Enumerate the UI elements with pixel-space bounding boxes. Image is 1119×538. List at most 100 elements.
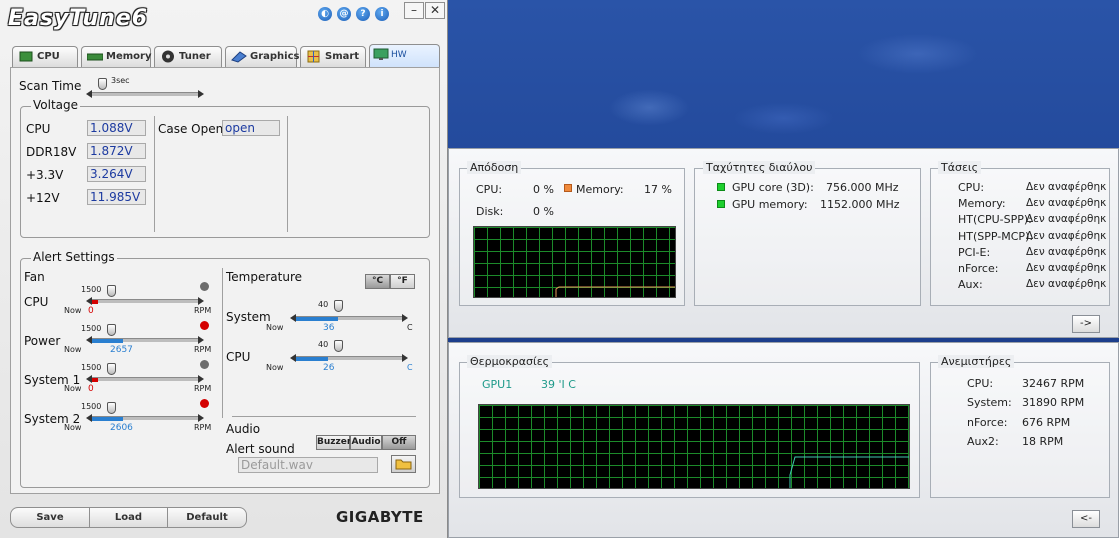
perf-memory-value: 17 % [644, 183, 672, 196]
tuner-dial-icon [162, 50, 174, 63]
off-button[interactable]: Off [382, 435, 416, 450]
fan-threshold-thumb[interactable] [107, 402, 116, 414]
tab-cpu[interactable]: CPU [12, 46, 78, 67]
audio-button[interactable]: Audio [350, 435, 382, 450]
audio-label: Audio [226, 422, 261, 436]
web-icon[interactable]: @ [337, 7, 351, 21]
fan-now-value: 0 [88, 384, 94, 394]
hw-voltage-label: Aux: [958, 278, 983, 292]
celsius-button[interactable]: °C [365, 274, 390, 289]
previous-page-button[interactable]: <- [1072, 510, 1100, 528]
temp-threshold-thumb[interactable] [334, 300, 343, 312]
fan-speed-slider[interactable] [92, 377, 198, 382]
scan-time-thumb[interactable] [98, 78, 107, 90]
audio-divider [232, 416, 416, 417]
temp-threshold-value: 40 [318, 340, 329, 349]
voltage-label: +12V [26, 191, 60, 205]
fan-speed-slider[interactable] [92, 416, 198, 421]
scan-right-arrow-icon[interactable] [198, 90, 204, 98]
temperature-graph [478, 404, 910, 489]
performance-graph-svg [555, 286, 675, 297]
fan-alert-indicator-icon [200, 360, 209, 369]
temp-name-label: System [226, 310, 271, 324]
voltages-title: Τάσεις [938, 161, 982, 174]
hw-voltage-label: PCI-E: [958, 245, 991, 259]
now-label: Now [266, 363, 284, 372]
tab-hw-monitor[interactable]: HW Monitor [369, 44, 440, 80]
fan-right-arrow-icon[interactable] [198, 414, 204, 422]
alert-sound-label: Alert sound [226, 442, 295, 456]
tab-graphics[interactable]: Graphics [225, 46, 300, 67]
perf-disk-label: Disk: [476, 205, 504, 218]
temp-threshold-value: 40 [318, 300, 329, 309]
voltage-value: 11.985V [87, 189, 146, 205]
hw-fan-value: 31890 RPM [1022, 396, 1085, 410]
hw-voltage-label: CPU: [958, 181, 985, 194]
sound-file-input[interactable]: Default.wav [238, 457, 378, 473]
fan-threshold-thumb[interactable] [107, 363, 116, 375]
now-label: Now [266, 323, 284, 332]
performance-title: Απόδοση [467, 161, 522, 174]
tab-smart[interactable]: Smart [300, 46, 366, 67]
hw-voltage-label: nForce: [958, 262, 999, 275]
temp-slider[interactable] [296, 316, 402, 321]
help-icon[interactable]: ? [356, 7, 370, 21]
fan-threshold-value: 1500 [81, 285, 102, 294]
info-icon[interactable]: i [375, 7, 389, 21]
scan-time-value: 3sec [111, 76, 130, 85]
tab-tuner[interactable]: Tuner [154, 46, 222, 67]
bus-value: 1152.000 MHz [820, 198, 900, 211]
temp-name-label: CPU [226, 350, 251, 364]
fahrenheit-button[interactable]: °F [390, 274, 415, 289]
close-button[interactable]: ✕ [425, 2, 445, 19]
next-page-button[interactable]: -> [1072, 315, 1100, 333]
now-label: Now [64, 384, 82, 393]
hw-voltage-value: Δεν αναφέρθηκε [1026, 197, 1106, 210]
fan-name-label: CPU [24, 295, 49, 309]
fan-threshold-thumb[interactable] [107, 324, 116, 336]
temp-slider[interactable] [296, 356, 402, 361]
fan-threshold-thumb[interactable] [107, 285, 116, 297]
monitor-icon [373, 48, 389, 60]
memory-legend-icon [564, 184, 572, 192]
hw-voltage-value: Δεν αναφέρθηκε [1026, 245, 1106, 258]
bus-speeds-title: Ταχύτητες διαύλου [703, 161, 816, 174]
hw-voltage-label: HT(CPU-SPP): [958, 213, 1032, 227]
fan-alert-indicator-icon [200, 282, 209, 291]
rpm-label: RPM [194, 345, 212, 354]
fan-now-value: 2657 [110, 345, 133, 355]
perf-memory-label: Memory: [576, 183, 624, 196]
tab-label: Memory [106, 51, 152, 62]
browse-button[interactable] [391, 455, 416, 473]
buzzer-button[interactable]: Buzzer [316, 435, 351, 450]
tab-memory[interactable]: Memory [81, 46, 151, 67]
tab-label: Graphics [250, 51, 300, 62]
memory-usage-line [555, 286, 675, 297]
fan-right-arrow-icon[interactable] [198, 375, 204, 383]
temp-right-arrow-icon[interactable] [402, 354, 408, 362]
hw-fan-label: CPU: [967, 377, 994, 390]
temp-threshold-thumb[interactable] [334, 340, 343, 352]
scan-time-slider[interactable] [92, 92, 198, 96]
hw-voltage-label: Memory: [958, 197, 1006, 211]
fan-speed-slider[interactable] [92, 299, 198, 304]
skin-icon[interactable]: ◐ [318, 7, 332, 21]
fan-threshold-value: 1500 [81, 324, 102, 333]
fan-right-arrow-icon[interactable] [198, 297, 204, 305]
load-button[interactable]: Load [89, 507, 168, 528]
temp-right-arrow-icon[interactable] [402, 314, 408, 322]
folder-icon [395, 459, 412, 470]
hw-fan-value: 32467 RPM [1022, 377, 1085, 390]
default-button[interactable]: Default [167, 507, 247, 528]
tab-label: Tuner [179, 51, 211, 62]
voltage-label: DDR18V [26, 145, 77, 159]
fan-right-arrow-icon[interactable] [198, 336, 204, 344]
voltage-label: CPU [26, 122, 51, 136]
voltage-divider [287, 116, 288, 232]
gpu-temp-label: GPU1 [482, 378, 513, 391]
fan-speed-slider[interactable] [92, 338, 198, 343]
minimize-button[interactable]: – [404, 2, 424, 19]
save-button[interactable]: Save [10, 507, 90, 528]
gpu-temperature-line [789, 456, 909, 488]
cpu-chip-icon [19, 51, 33, 62]
